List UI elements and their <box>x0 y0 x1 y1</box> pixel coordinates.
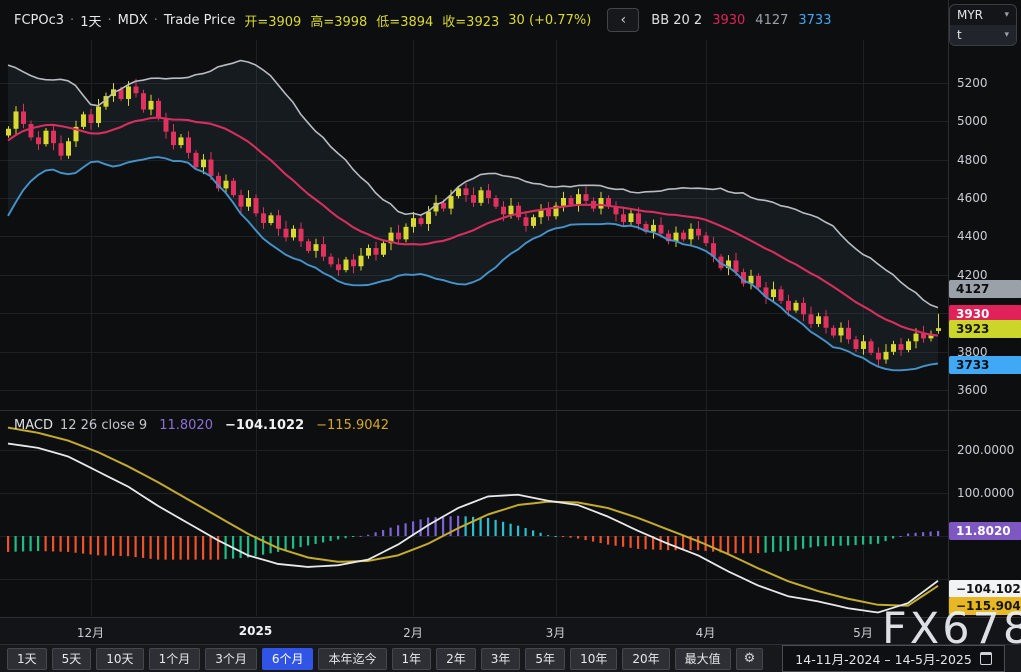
range-button-3年[interactable]: 3年 <box>481 648 521 670</box>
symbol-header: FCPOc3 · 1天 · MDX · Trade Price 开=3909 高… <box>14 8 831 32</box>
bb-upper-value: 4127 <box>755 13 788 28</box>
currency-dropdown[interactable]: MYR ▾ <box>950 5 1016 25</box>
range-button-2年[interactable]: 2年 <box>436 648 476 670</box>
macd-axis-badge: −104.1022 <box>949 580 1021 598</box>
date-range-picker[interactable]: 14-11月-2024 – 14-5月-2025 <box>782 645 1005 672</box>
bb-lower-value: 3733 <box>798 13 831 28</box>
time-axis-label: 5月 <box>853 624 873 641</box>
ohlc-close: 收=3923 <box>442 11 499 30</box>
separator: · <box>107 13 111 28</box>
range-button-6个月[interactable]: 6个月 <box>262 648 314 670</box>
range-button-5天[interactable]: 5天 <box>52 648 92 670</box>
ohlc-low: 低=3894 <box>376 11 433 30</box>
currency-value: MYR <box>957 8 983 22</box>
price-axis-tick: 5000 <box>957 114 988 128</box>
separator: · <box>70 13 74 28</box>
exchange-label: MDX <box>118 13 148 28</box>
price-axis[interactable]: 5200500048004600440042003800360041273930… <box>949 0 1021 617</box>
macd-signal-value: −115.9042 <box>316 418 389 433</box>
range-button-最大值[interactable]: 最大值 <box>675 648 731 670</box>
price-axis-tick: 4400 <box>957 229 988 243</box>
currency-unit-selector: MYR ▾ t ▾ <box>949 4 1017 46</box>
price-chart-canvas[interactable] <box>0 0 1021 672</box>
collapse-legend-button[interactable]: ‹ <box>607 8 639 32</box>
bb-basis-value: 3930 <box>712 13 745 28</box>
chart-settings-button[interactable]: ⚙ <box>736 648 764 670</box>
price-axis-badge: 3733 <box>949 356 1021 374</box>
macd-axis-tick: 200.0000 <box>957 443 1014 457</box>
range-button-1个月[interactable]: 1个月 <box>149 648 201 670</box>
macd-params: 12 26 close 9 <box>60 418 147 433</box>
range-button-10天[interactable]: 10天 <box>96 648 143 670</box>
macd-indicator-title[interactable]: MACD <box>14 418 53 433</box>
gear-icon: ⚙ <box>744 651 756 666</box>
time-axis-label: 12月 <box>77 624 104 641</box>
time-axis-label: 4月 <box>696 624 716 641</box>
symbol-name[interactable]: FCPOc3 <box>14 13 64 28</box>
bb-indicator-title[interactable]: BB 20 2 <box>651 13 702 28</box>
chevron-down-icon: ▾ <box>1004 10 1009 20</box>
chevron-left-icon: ‹ <box>620 12 626 28</box>
unit-dropdown[interactable]: t ▾ <box>950 25 1016 45</box>
price-axis-tick: 4600 <box>957 191 988 205</box>
time-axis-label: 2025 <box>239 624 272 638</box>
price-axis-badge: 4127 <box>949 280 1021 298</box>
range-button-本年迄今[interactable]: 本年迄今 <box>318 648 386 670</box>
time-axis[interactable]: 12月 2025 2月 3月 4月 5月 <box>0 617 1021 645</box>
chevron-down-icon: ▾ <box>1004 30 1009 40</box>
price-axis-tick: 3600 <box>957 383 988 397</box>
unit-value: t <box>957 28 962 42</box>
ohlc-open: 开=3909 <box>244 11 301 30</box>
price-axis-tick: 4800 <box>957 153 988 167</box>
time-axis-label: 2月 <box>403 624 423 641</box>
macd-hist-value: 11.8020 <box>159 418 213 433</box>
calendar-icon <box>980 652 992 665</box>
range-toolbar: 1天5天10天 1个月3个月6个月本年迄今 1年2年3年5年10年20年最大值 ⚙ 14… <box>0 644 1021 672</box>
macd-axis-badge: −115.9042 <box>949 597 1021 615</box>
range-button-1天[interactable]: 1天 <box>7 648 47 670</box>
series-type-label: Trade Price <box>164 13 235 28</box>
interval-label[interactable]: 1天 <box>80 11 101 30</box>
range-button-5年[interactable]: 5年 <box>525 648 565 670</box>
range-button-20年[interactable]: 20年 <box>622 648 669 670</box>
range-button-1年[interactable]: 1年 <box>392 648 432 670</box>
trading-terminal: FCPOc3 · 1天 · MDX · Trade Price 开=3909 高… <box>0 0 1021 672</box>
macd-axis-badge: 11.8020 <box>949 522 1021 540</box>
separator: · <box>154 13 158 28</box>
macd-line-value: −104.1022 <box>225 418 304 433</box>
price-axis-tick: 5200 <box>957 76 988 90</box>
pane-divider[interactable] <box>0 410 1021 411</box>
price-change: 30 (+0.77%) <box>508 13 591 28</box>
range-button-10年[interactable]: 10年 <box>570 648 617 670</box>
macd-axis-tick: 100.0000 <box>957 486 1014 500</box>
range-button-3个月[interactable]: 3个月 <box>205 648 257 670</box>
ohlc-high: 高=3998 <box>310 11 367 30</box>
price-axis-badge: 3923 <box>949 320 1021 338</box>
date-range-text: 14-11月-2024 – 14-5月-2025 <box>795 649 972 668</box>
time-axis-label: 3月 <box>546 624 566 641</box>
macd-header: MACD 12 26 close 9 11.8020 −104.1022 −11… <box>14 418 389 433</box>
